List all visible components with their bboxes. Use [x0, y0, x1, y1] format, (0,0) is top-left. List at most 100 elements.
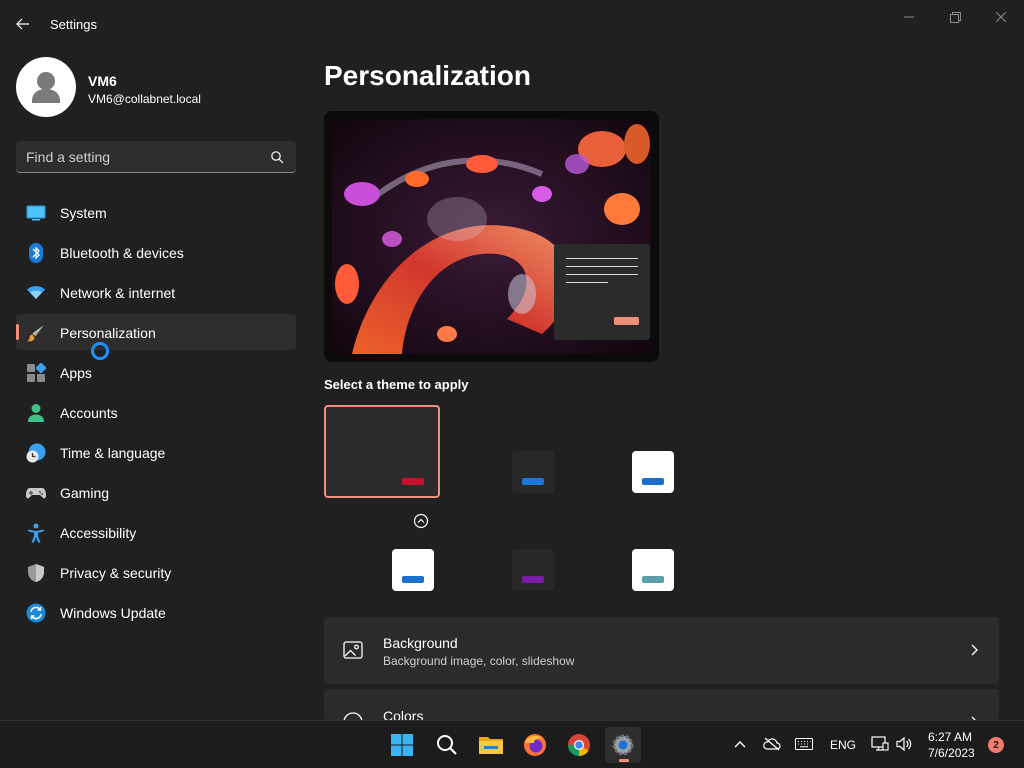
- paintbrush-icon: [27, 325, 44, 342]
- card-title: Colors: [383, 708, 424, 720]
- update-icon: [26, 603, 46, 623]
- theme-tile-dark-blue[interactable]: [512, 451, 554, 493]
- sidebar-item-label: Network & internet: [60, 285, 176, 301]
- language-indicator[interactable]: ENG: [830, 738, 856, 752]
- theme-tile-light-teal[interactable]: [632, 549, 674, 591]
- maximize-button[interactable]: [932, 6, 978, 28]
- avatar: [16, 57, 76, 117]
- sidebar-item-windows-update[interactable]: Windows Update: [16, 594, 296, 630]
- minimize-button[interactable]: [886, 6, 932, 28]
- image-icon: [343, 641, 363, 659]
- settings-taskbar-button[interactable]: [605, 727, 641, 763]
- close-button[interactable]: [978, 6, 1024, 28]
- sidebar-item-label: Privacy & security: [60, 565, 172, 581]
- search-box[interactable]: [16, 141, 296, 173]
- onedrive-tray-button[interactable]: [763, 735, 781, 753]
- sample-text-line: [566, 266, 638, 267]
- sample-button: [614, 317, 639, 325]
- search-icon[interactable]: [270, 150, 284, 164]
- card-subtitle: Background image, color, slideshow: [383, 654, 575, 668]
- sidebar-item-label: Bluetooth & devices: [60, 245, 184, 261]
- sidebar-item-privacy-security[interactable]: Privacy & security: [16, 554, 296, 590]
- wifi-icon: [27, 286, 45, 299]
- gamepad-icon: [26, 488, 46, 499]
- theme-accent-swatch: [402, 478, 424, 485]
- theme-selected-icon: [413, 513, 429, 529]
- windows-logo-icon: [391, 734, 413, 756]
- keyboard-icon: [795, 738, 813, 750]
- colors-setting-card[interactable]: Colors: [324, 689, 999, 720]
- sidebar-item-system[interactable]: System: [16, 194, 296, 230]
- globe-clock-icon: [26, 443, 46, 463]
- busy-cursor: [91, 342, 109, 360]
- minimize-icon: [904, 16, 914, 18]
- theme-accent-swatch: [522, 576, 544, 583]
- title-bar: Settings: [0, 0, 1024, 48]
- shield-icon: [28, 564, 44, 582]
- firefox-icon: [524, 734, 546, 756]
- sidebar-item-network[interactable]: Network & internet: [16, 274, 296, 310]
- theme-section-label: Select a theme to apply: [324, 377, 469, 392]
- card-title: Background: [383, 635, 458, 651]
- sidebar-item-time-language[interactable]: Time & language: [16, 434, 296, 470]
- sidebar-item-label: Accessibility: [60, 525, 137, 541]
- sample-text-line: [566, 282, 608, 283]
- wallpaper-preview: [332, 119, 651, 354]
- theme-accent-swatch: [642, 576, 664, 583]
- chevron-up-icon: [734, 741, 746, 748]
- file-explorer-button[interactable]: [473, 727, 509, 763]
- theme-preview: [324, 111, 659, 362]
- notification-badge[interactable]: 2: [988, 737, 1004, 753]
- show-hidden-icons-button[interactable]: [731, 735, 749, 753]
- gear-icon: [612, 734, 634, 756]
- back-button[interactable]: [10, 12, 36, 36]
- theme-tile-light-blue-2[interactable]: [392, 549, 434, 591]
- apps-icon: [27, 363, 46, 382]
- sidebar-item-personalization[interactable]: Personalization: [16, 314, 296, 350]
- sidebar-item-label: Personalization: [60, 325, 156, 341]
- chrome-icon: [568, 734, 590, 756]
- back-arrow-icon: [16, 18, 29, 30]
- sidebar-item-label: Accounts: [60, 405, 118, 421]
- chevron-right-icon: [971, 644, 978, 656]
- sample-text-line: [566, 274, 638, 275]
- start-button[interactable]: [384, 727, 420, 763]
- cloud-off-icon: [763, 737, 781, 751]
- theme-tile-light-blue[interactable]: [632, 451, 674, 493]
- sample-window: [554, 244, 650, 340]
- volume-tray-button[interactable]: [895, 735, 913, 753]
- theme-accent-swatch: [522, 478, 544, 485]
- sidebar-item-label: System: [60, 205, 107, 221]
- theme-tile-dark-purple[interactable]: [512, 549, 554, 591]
- search-input[interactable]: [26, 141, 266, 172]
- app-title: Settings: [50, 17, 97, 32]
- theme-tile-dark[interactable]: [324, 405, 440, 498]
- sidebar-item-accessibility[interactable]: Accessibility: [16, 514, 296, 550]
- theme-accent-swatch: [402, 576, 424, 583]
- chrome-button[interactable]: [561, 727, 597, 763]
- speaker-icon: [896, 736, 912, 752]
- firefox-button[interactable]: [517, 727, 553, 763]
- sidebar-item-bluetooth[interactable]: Bluetooth & devices: [16, 234, 296, 270]
- accessibility-icon: [28, 523, 44, 543]
- sidebar-item-gaming[interactable]: Gaming: [16, 474, 296, 510]
- background-setting-card[interactable]: Background Background image, color, slid…: [324, 617, 999, 684]
- user-profile[interactable]: VM6 VM6@collabnet.local: [16, 57, 296, 117]
- folder-icon: [479, 737, 503, 754]
- person-icon: [28, 404, 44, 422]
- sidebar-item-accounts[interactable]: Accounts: [16, 394, 296, 430]
- user-email: VM6@collabnet.local: [88, 92, 201, 106]
- sidebar-item-apps[interactable]: Apps: [16, 354, 296, 390]
- network-tray-button[interactable]: [871, 735, 889, 753]
- sidebar-item-label: Gaming: [60, 485, 110, 501]
- clock-date[interactable]: 7/6/2023: [928, 746, 975, 760]
- keyboard-tray-button[interactable]: [795, 735, 813, 753]
- user-name: VM6: [88, 73, 117, 89]
- theme-accent-swatch: [642, 478, 664, 485]
- page-title: Personalization: [324, 60, 531, 91]
- sidebar-item-label: Windows Update: [60, 605, 166, 621]
- clock-time[interactable]: 6:27 AM: [928, 730, 972, 744]
- taskbar-search-button[interactable]: [429, 727, 465, 763]
- bluetooth-icon: [29, 243, 43, 263]
- restore-icon: [949, 11, 961, 23]
